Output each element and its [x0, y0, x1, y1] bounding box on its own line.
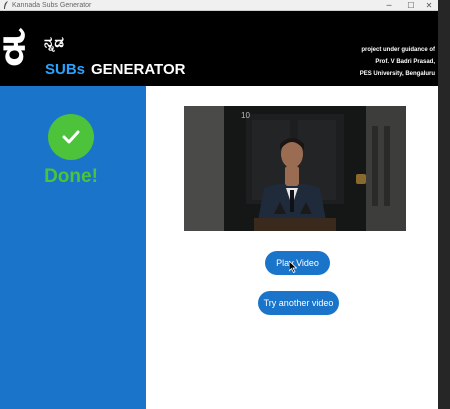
feather-app-icon: [4, 1, 8, 9]
title-bar: Kannada Subs Generator ─ ☐ ✕: [0, 0, 438, 11]
background-edge: [438, 0, 450, 409]
door-number: 10: [241, 111, 250, 120]
logo-kannada-word: ನ್ನಡ: [44, 33, 64, 51]
status-sidebar: Done!: [0, 86, 146, 409]
play-video-button[interactable]: Play Video: [265, 251, 330, 275]
logo-subs: SUBs: [45, 61, 86, 78]
try-another-video-button[interactable]: Try another video: [258, 291, 339, 315]
app-header: ಕ ನ್ನಡ SUBs GENERATOR project under guid…: [0, 11, 438, 86]
mouse-cursor-icon: [289, 261, 297, 273]
credit-line: PES University, Bengaluru: [359, 71, 435, 77]
video-preview[interactable]: 10: [184, 106, 406, 231]
minimize-button[interactable]: ─: [378, 0, 400, 11]
app-window: Kannada Subs Generator ─ ☐ ✕ ಕ ನ್ನಡ SUBs…: [0, 0, 438, 409]
credit-line: project under guidance of: [361, 47, 435, 53]
logo-kannada-letter: ಕ: [2, 14, 27, 77]
video-frame: 10: [184, 106, 406, 231]
close-button[interactable]: ✕: [418, 0, 440, 11]
checkmark-icon: [48, 114, 94, 160]
credit-line: Prof. V Badri Prasad,: [375, 59, 435, 65]
credit-text: project under guidance of Prof. V Badri …: [360, 44, 435, 80]
status-text: Done!: [44, 166, 98, 187]
logo-generator: GENERATOR: [91, 61, 186, 78]
window-title: Kannada Subs Generator: [12, 2, 92, 9]
main-panel: 10 Play Video Try another video: [146, 86, 438, 409]
